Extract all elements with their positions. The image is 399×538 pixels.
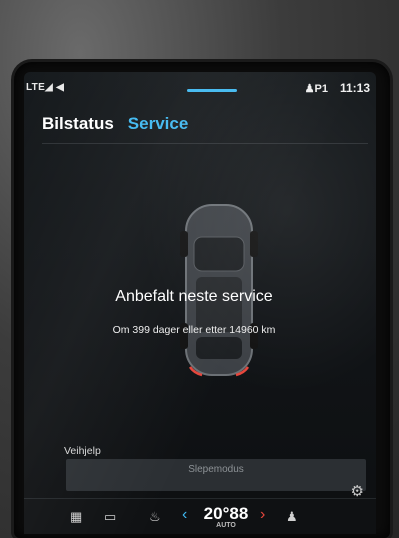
profile-indicator[interactable]: ♟P1 [305,82,328,95]
tab-service[interactable]: Service [128,114,189,134]
app-tabs: Bilstatus Service [42,114,188,134]
climate-bar: ▦ ▭ ♨ ‹ 20°88 AUTO › ♟ [24,498,376,534]
service-detail: Om 399 dager eller etter 14960 km [112,324,276,336]
tab-divider [42,143,368,144]
seat-icon[interactable]: ♟ [286,509,298,525]
seat-heat-icon[interactable]: ♨ [149,509,161,525]
grid-icon[interactable]: ▦ [70,509,82,525]
roadside-assistance-label: Veihjelp [64,445,101,457]
tow-mode-button[interactable]: Slepemodus [66,459,366,491]
temp-down-chevron-icon[interactable]: ‹ [182,506,187,524]
signal-indicator: LTE◢ ◀ [26,82,65,93]
service-headline: Anbefalt neste service [115,288,273,305]
status-bar-right: ♟P1 11:13 [305,81,370,95]
tab-bilstatus[interactable]: Bilstatus [42,114,114,134]
infotainment-screen: LTE◢ ◀ ♟P1 11:13 Bilstatus Service Anbef… [24,72,376,534]
temp-up-chevron-icon[interactable]: › [260,506,265,524]
pull-down-handle[interactable] [187,89,237,92]
profile-icon: ♟ [304,82,315,95]
climate-mode: AUTO [216,522,236,529]
camera-icon[interactable]: ▭ [104,509,116,525]
temperature-readout[interactable]: 20°88 [202,504,250,524]
clock: 11:13 [339,81,370,95]
